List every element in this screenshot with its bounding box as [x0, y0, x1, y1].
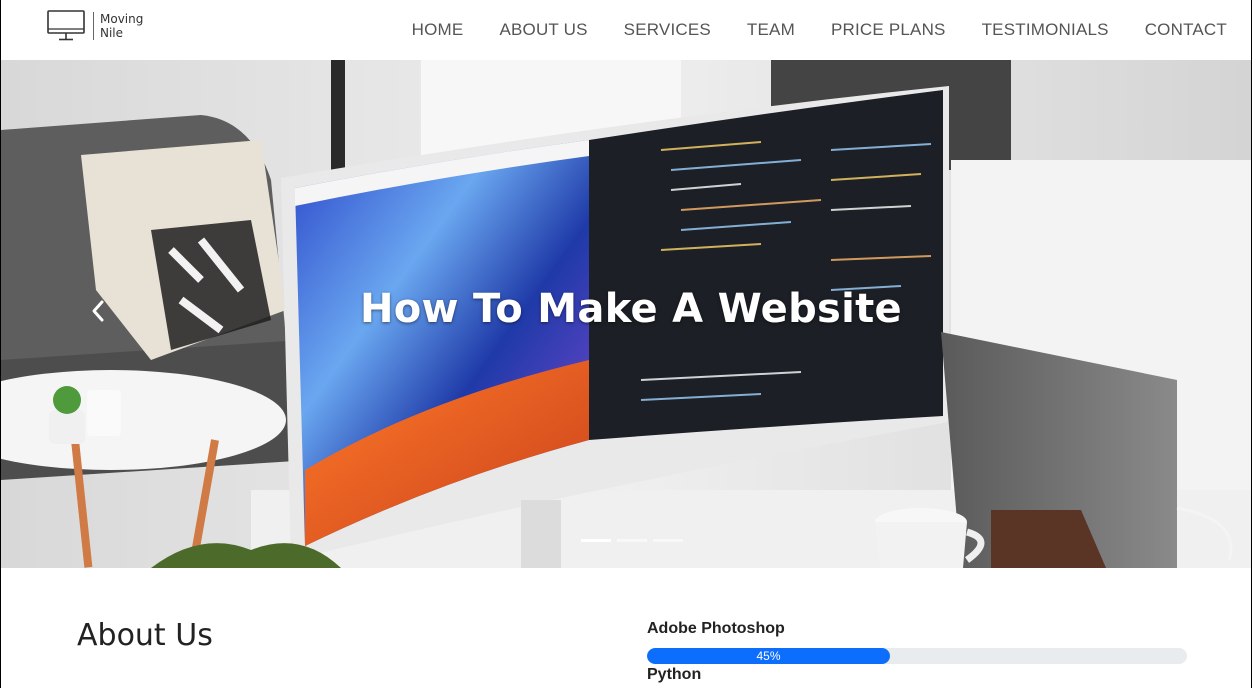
monitor-icon — [47, 10, 85, 42]
brand-logo[interactable]: Moving Nile — [47, 10, 143, 42]
navbar: Moving Nile HOME ABOUT US SERVICES TEAM … — [1, 0, 1251, 60]
skills-list: Adobe Photoshop 45% Python — [647, 620, 1187, 686]
about-section-title: About Us — [77, 618, 213, 653]
skill-progress-photoshop: 45% — [647, 648, 1187, 664]
carousel-prev-button[interactable] — [83, 298, 113, 328]
brand-name: Moving Nile — [93, 12, 143, 40]
nav-services[interactable]: SERVICES — [606, 20, 729, 40]
nav-links: HOME ABOUT US SERVICES TEAM PRICE PLANS … — [394, 0, 1227, 60]
nav-contact[interactable]: CONTACT — [1127, 20, 1227, 40]
chevron-left-icon — [90, 299, 106, 328]
carousel-indicator-3[interactable] — [653, 539, 683, 542]
nav-price-plans[interactable]: PRICE PLANS — [813, 20, 964, 40]
skill-label-python: Python — [647, 666, 702, 683]
carousel-indicators — [581, 539, 683, 542]
skill-progress-bar-photoshop: 45% — [647, 648, 890, 664]
nav-about-us[interactable]: ABOUT US — [481, 20, 605, 40]
brand-line-1: Moving — [100, 12, 144, 26]
brand-line-2: Nile — [100, 26, 124, 40]
carousel-indicator-1[interactable] — [581, 539, 611, 542]
nav-home[interactable]: HOME — [394, 20, 482, 40]
hero-title: How To Make A Website — [359, 286, 902, 332]
carousel-indicator-2[interactable] — [617, 539, 647, 542]
skill-label-photoshop: Adobe Photoshop — [647, 620, 785, 637]
nav-team[interactable]: TEAM — [729, 20, 813, 40]
nav-testimonials[interactable]: TESTIMONIALS — [964, 20, 1127, 40]
hero-carousel: How To Make A Website — [1, 60, 1251, 568]
